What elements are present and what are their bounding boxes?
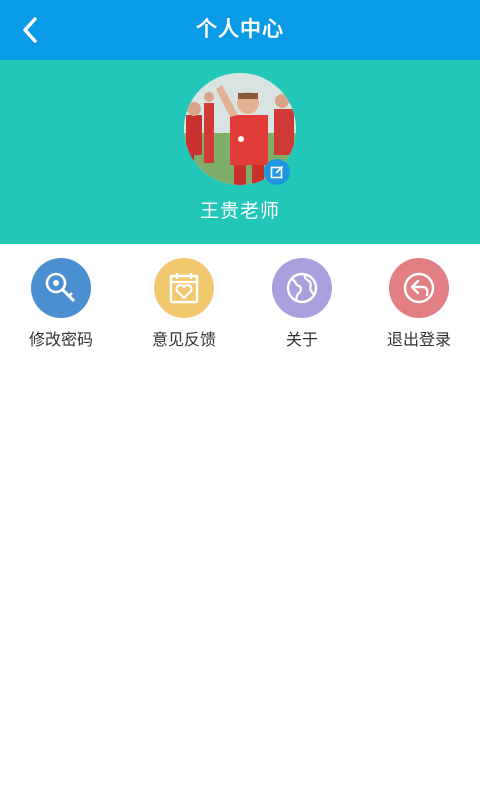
- back-button[interactable]: [20, 10, 64, 50]
- top-bar: 个人中心: [0, 0, 480, 60]
- action-menu: 修改密码 意见反馈 关于 退出登录: [0, 244, 480, 360]
- edit-icon: [270, 165, 284, 179]
- feedback-label: 意见反馈: [151, 330, 216, 349]
- feedback-heart-icon: [169, 273, 199, 304]
- user-name: 王贵老师: [199, 200, 280, 222]
- about-label: 关于: [285, 330, 318, 349]
- about-button[interactable]: 关于: [252, 258, 352, 354]
- logout-button[interactable]: 退出登录: [369, 258, 469, 354]
- profile-header: 王贵老师: [0, 60, 480, 244]
- change-password-button[interactable]: 修改密码: [11, 258, 111, 354]
- key-icon: [45, 272, 76, 303]
- change-password-icon-circle: [31, 258, 91, 318]
- edit-avatar-button[interactable]: [264, 159, 290, 185]
- chevron-left-icon: [23, 17, 37, 43]
- logout-icon: [403, 272, 435, 304]
- about-icon-circle: [272, 258, 332, 318]
- avatar-container: [184, 73, 296, 185]
- logout-label: 退出登录: [386, 330, 451, 349]
- globe-icon: [286, 272, 318, 304]
- page-title: 个人中心: [196, 17, 284, 41]
- feedback-button[interactable]: 意见反馈: [134, 258, 234, 354]
- feedback-icon-circle: [154, 258, 214, 318]
- logout-icon-circle: [389, 258, 449, 318]
- change-password-label: 修改密码: [28, 330, 93, 349]
